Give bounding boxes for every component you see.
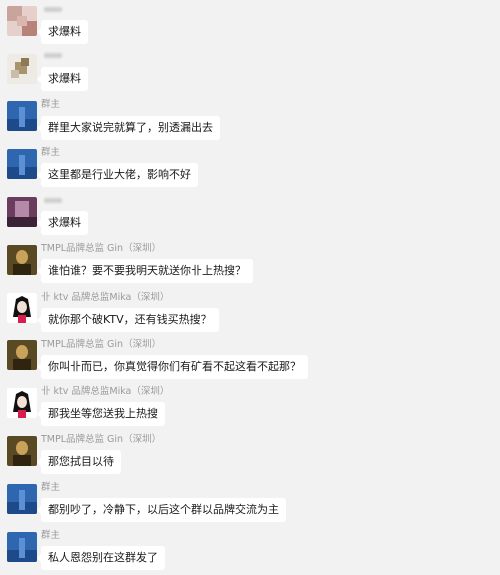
pixelated-avatar-brown-icon[interactable] bbox=[7, 54, 37, 84]
message-bubble[interactable]: 求爆料 bbox=[37, 20, 88, 44]
anime-girl-avatar-icon[interactable] bbox=[7, 388, 37, 418]
message-bubble[interactable]: 都别吵了，冷静下，以后这个群以品牌交流为主 bbox=[37, 498, 286, 522]
message-bubble[interactable]: 谁怕谁？要不要我明天就送你卝上热搜？ bbox=[37, 259, 253, 283]
anime-girl-avatar-icon[interactable] bbox=[7, 293, 37, 323]
message-bubble[interactable]: 求爆料 bbox=[37, 211, 88, 235]
chat-window: 求爆料 求爆料 群主 群里大家说完就算了，别透漏出去 群主 这里都是行业大佬，影… bbox=[0, 0, 500, 575]
sender-name: 群主 bbox=[41, 530, 61, 541]
group-owner-blue-avatar-icon[interactable] bbox=[7, 149, 37, 179]
mona-lisa-avatar-icon[interactable] bbox=[7, 245, 37, 275]
message-bubble[interactable]: 就你那个破KTV，还有钱买热搜？ bbox=[37, 308, 219, 332]
sender-name: 群主 bbox=[41, 482, 61, 493]
sender-name: TMPL品牌总监 Gin（深圳） bbox=[41, 339, 162, 350]
blurred-sender-name bbox=[44, 7, 62, 12]
group-owner-blue-avatar-icon[interactable] bbox=[7, 484, 37, 514]
pixelated-avatar-purple-icon[interactable] bbox=[7, 197, 37, 227]
sender-name: 群主 bbox=[41, 147, 61, 158]
blurred-sender-name bbox=[44, 53, 62, 58]
group-owner-blue-avatar-icon[interactable] bbox=[7, 532, 37, 562]
mona-lisa-avatar-icon[interactable] bbox=[7, 340, 37, 370]
message-bubble[interactable]: 求爆料 bbox=[37, 67, 88, 91]
message-bubble[interactable]: 群里大家说完就算了，别透漏出去 bbox=[37, 116, 220, 140]
sender-name: 卝 ktv 品牌总监Mika（深圳） bbox=[41, 386, 170, 397]
sender-name: TMPL品牌总监 Gin（深圳） bbox=[41, 243, 162, 254]
message-bubble[interactable]: 那我坐等您送我上热搜 bbox=[37, 402, 165, 426]
sender-name: 群主 bbox=[41, 99, 61, 110]
message-bubble[interactable]: 你叫卝而已，你真觉得你们有矿看不起这看不起那？ bbox=[37, 355, 308, 379]
blurred-sender-name bbox=[44, 198, 62, 203]
message-bubble[interactable]: 这里都是行业大佬，影响不好 bbox=[37, 163, 198, 187]
mona-lisa-avatar-icon[interactable] bbox=[7, 436, 37, 466]
message-bubble[interactable]: 那您拭目以待 bbox=[37, 450, 121, 474]
sender-name: 卝 ktv 品牌总监Mika（深圳） bbox=[41, 292, 170, 303]
pixelated-avatar-pink-icon[interactable] bbox=[7, 6, 37, 36]
sender-name: TMPL品牌总监 Gin（深圳） bbox=[41, 434, 162, 445]
message-bubble[interactable]: 私人恩怨别在这群发了 bbox=[37, 546, 165, 570]
group-owner-blue-avatar-icon[interactable] bbox=[7, 101, 37, 131]
